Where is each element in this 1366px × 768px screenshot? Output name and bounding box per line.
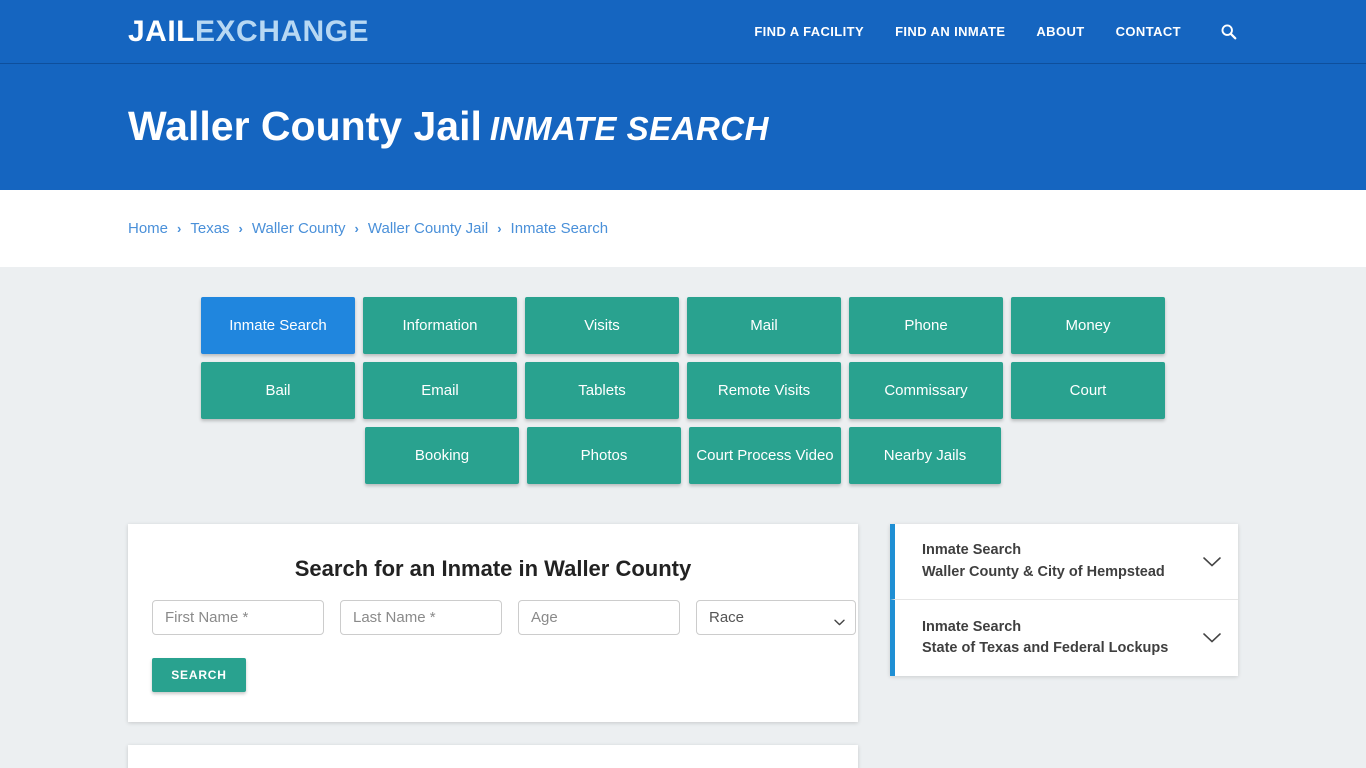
race-select-wrapper: Race — [696, 600, 856, 635]
tab-commissary[interactable]: Commissary — [849, 362, 1003, 419]
tab-bail[interactable]: Bail — [201, 362, 355, 419]
sidebar-accordion: Inmate Search Waller County & City of He… — [890, 524, 1238, 676]
nav-link-find-a-facility[interactable]: FIND A FACILITY — [754, 24, 864, 39]
sidebar-item-line1: Inmate Search — [922, 542, 1022, 559]
logo-text-jail: JAIL — [128, 14, 196, 48]
sidebar-item-line2: Waller County & City of Hempstead — [922, 563, 1165, 580]
tab-phone[interactable]: Phone — [849, 297, 1003, 354]
nav-link-about[interactable]: ABOUT — [1036, 24, 1084, 39]
secondary-content-card — [128, 745, 858, 768]
tab-tablets[interactable]: Tablets — [525, 362, 679, 419]
tab-photos[interactable]: Photos — [527, 427, 681, 484]
sidebar-item-label: Inmate Search Waller County & City of He… — [922, 540, 1192, 582]
inmate-search-card: Search for an Inmate in Waller County Ra… — [128, 524, 858, 722]
sidebar-item-label: Inmate Search State of Texas and Federal… — [922, 617, 1192, 659]
breadcrumb-item-waller-county[interactable]: Waller County — [252, 220, 346, 237]
chevron-down-icon[interactable] — [1202, 556, 1222, 568]
page-body: Inmate Search Information Visits Mail Ph… — [0, 267, 1366, 768]
tab-visits[interactable]: Visits — [525, 297, 679, 354]
sidebar-item-line2: State of Texas and Federal Lockups — [922, 640, 1169, 656]
page-title-sub: INMATE SEARCH — [489, 110, 769, 148]
facility-section-tabs: Inmate Search Information Visits Mail Ph… — [128, 297, 1238, 484]
tab-mail[interactable]: Mail — [687, 297, 841, 354]
breadcrumb-bar: Home › Texas › Waller County › Waller Co… — [0, 190, 1366, 267]
last-name-input[interactable] — [340, 600, 502, 635]
page-title-main: Waller County Jail — [128, 103, 482, 150]
nav-link-contact[interactable]: CONTACT — [1116, 24, 1181, 39]
tab-information[interactable]: Information — [363, 297, 517, 354]
nav-links: FIND A FACILITY FIND AN INMATE ABOUT CON… — [754, 22, 1238, 42]
search-form-title: Search for an Inmate in Waller County — [294, 556, 692, 581]
breadcrumb-separator-icon: › — [497, 221, 502, 236]
tab-money[interactable]: Money — [1011, 297, 1165, 354]
search-icon[interactable] — [1218, 22, 1238, 42]
sidebar-column: Inmate Search Waller County & City of He… — [890, 524, 1238, 676]
nav-link-find-an-inmate[interactable]: FIND AN INMATE — [895, 24, 1005, 39]
sidebar-item-inmate-search-state[interactable]: Inmate Search State of Texas and Federal… — [890, 600, 1238, 676]
breadcrumb: Home › Texas › Waller County › Waller Co… — [128, 220, 608, 237]
breadcrumb-separator-icon: › — [354, 221, 359, 236]
breadcrumb-separator-icon: › — [238, 221, 243, 236]
race-select[interactable]: Race — [696, 600, 856, 635]
sidebar-item-line1: Inmate Search — [922, 618, 1022, 635]
breadcrumb-item-inmate-search: Inmate Search — [510, 220, 609, 237]
breadcrumb-item-home[interactable]: Home — [128, 220, 168, 237]
search-button[interactable]: SEARCH — [152, 658, 246, 692]
site-logo[interactable]: JAILEXCHANGE — [128, 14, 370, 48]
tab-court[interactable]: Court — [1011, 362, 1165, 419]
page-hero: Waller County Jail INMATE SEARCH — [0, 64, 1366, 190]
page-title: Waller County Jail INMATE SEARCH — [128, 104, 769, 149]
breadcrumb-item-texas[interactable]: Texas — [190, 220, 229, 237]
tab-inmate-search[interactable]: Inmate Search — [201, 297, 355, 354]
search-form-fields: Race — [152, 600, 856, 635]
top-navigation-bar: JAILEXCHANGE FIND A FACILITY FIND AN INM… — [0, 0, 1366, 64]
breadcrumb-separator-icon: › — [177, 221, 182, 236]
tab-email[interactable]: Email — [363, 362, 517, 419]
logo-text-exchange: EXCHANGE — [195, 14, 370, 48]
first-name-input[interactable] — [152, 600, 324, 635]
chevron-down-icon[interactable] — [1202, 632, 1222, 644]
content-split: Search for an Inmate in Waller County Ra… — [128, 524, 1238, 768]
tab-booking[interactable]: Booking — [365, 427, 519, 484]
age-input[interactable] — [518, 600, 680, 635]
main-column: Search for an Inmate in Waller County Ra… — [128, 524, 858, 768]
breadcrumb-item-waller-county-jail[interactable]: Waller County Jail — [368, 220, 488, 237]
sidebar-item-inmate-search-county[interactable]: Inmate Search Waller County & City of He… — [890, 524, 1238, 600]
tab-nearby-jails[interactable]: Nearby Jails — [849, 427, 1001, 484]
tab-court-process-video[interactable]: Court Process Video — [689, 427, 841, 484]
tab-remote-visits[interactable]: Remote Visits — [687, 362, 841, 419]
